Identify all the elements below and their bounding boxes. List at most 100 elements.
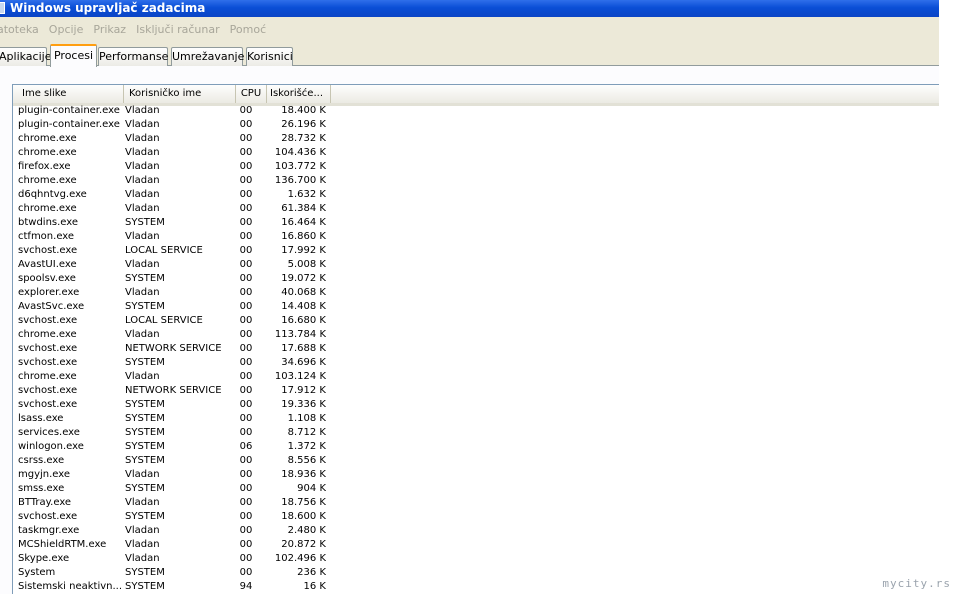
process-memory: 16.464 K	[281, 217, 326, 228]
process-memory: 17.992 K	[281, 245, 326, 256]
process-user-name: NETWORK SERVICE	[125, 385, 222, 396]
tab-networking[interactable]: Umrežavanje	[171, 47, 244, 66]
process-row[interactable]: btwdins.exe SYSTEM 00 16.464 K	[13, 216, 939, 230]
process-memory: 1.632 K	[287, 189, 326, 200]
process-user-name: NETWORK SERVICE	[125, 343, 222, 354]
process-memory: 904 K	[297, 483, 326, 494]
process-row[interactable]: taskmgr.exe Vladan 00 2.480 K	[13, 524, 939, 538]
process-memory: 40.068 K	[281, 287, 326, 298]
process-row[interactable]: spoolsv.exe SYSTEM 00 19.072 K	[13, 272, 939, 286]
process-row[interactable]: svchost.exe NETWORK SERVICE 00 17.912 K	[13, 384, 939, 398]
process-row[interactable]: Sistemski neaktivn... SYSTEM 94 16 K	[13, 580, 939, 594]
process-cpu: 00	[239, 371, 253, 382]
process-row[interactable]: System SYSTEM 00 236 K	[13, 566, 939, 580]
process-user-name: SYSTEM	[125, 399, 165, 410]
process-cpu: 00	[239, 553, 253, 564]
process-row[interactable]: chrome.exe Vladan 00 61.384 K	[13, 202, 939, 216]
menu-help[interactable]: Pomoć	[230, 23, 266, 36]
process-image-name: winlogon.exe	[18, 441, 84, 452]
process-row[interactable]: ctfmon.exe Vladan 00 16.860 K	[13, 230, 939, 244]
process-row[interactable]: d6qhntvg.exe Vladan 00 1.632 K	[13, 188, 939, 202]
process-row[interactable]: AvastUI.exe Vladan 00 5.008 K	[13, 258, 939, 272]
process-row[interactable]: AvastSvc.exe SYSTEM 00 14.408 K	[13, 300, 939, 314]
menu-options[interactable]: Opcije	[49, 23, 84, 36]
process-cpu: 00	[239, 385, 253, 396]
process-user-name: Vladan	[125, 525, 160, 536]
process-user-name: Vladan	[125, 203, 160, 214]
process-row[interactable]: BTTray.exe Vladan 00 18.756 K	[13, 496, 939, 510]
tab-applications[interactable]: Aplikacije	[0, 47, 51, 66]
process-row[interactable]: chrome.exe Vladan 00 103.124 K	[13, 370, 939, 384]
process-row[interactable]: services.exe SYSTEM 00 8.712 K	[13, 426, 939, 440]
process-memory: 16.680 K	[281, 315, 326, 326]
column-header-image-name[interactable]: Ime slike	[13, 85, 124, 103]
process-memory: 14.408 K	[281, 301, 326, 312]
process-memory: 18.400 K	[281, 105, 326, 116]
process-cpu: 00	[239, 329, 253, 340]
process-cpu: 00	[239, 357, 253, 368]
process-row[interactable]: mgyjn.exe Vladan 00 18.936 K	[13, 468, 939, 482]
process-row[interactable]: svchost.exe NETWORK SERVICE 00 17.688 K	[13, 342, 939, 356]
title-bar[interactable]: Windows upravljač zadacima	[0, 0, 939, 17]
watermark: mycity.rs	[882, 577, 951, 590]
process-row[interactable]: chrome.exe Vladan 00 113.784 K	[13, 328, 939, 342]
process-image-name: taskmgr.exe	[18, 525, 80, 536]
process-image-name: svchost.exe	[18, 357, 78, 368]
menu-file[interactable]: atoteka	[0, 23, 39, 36]
process-image-name: MCShieldRTM.exe	[18, 539, 107, 550]
process-cpu: 00	[239, 287, 253, 298]
process-row[interactable]: svchost.exe LOCAL SERVICE 00 17.992 K	[13, 244, 939, 258]
process-user-name: SYSTEM	[125, 217, 165, 228]
process-row[interactable]: svchost.exe SYSTEM 00 18.600 K	[13, 510, 939, 524]
process-row[interactable]: lsass.exe SYSTEM 00 1.108 K	[13, 412, 939, 426]
column-header-user-name[interactable]: Korisničko ime	[124, 85, 236, 103]
process-row[interactable]: plugin-container.exe Vladan 00 18.400 K	[13, 104, 939, 118]
process-row[interactable]: chrome.exe Vladan 00 28.732 K	[13, 132, 939, 146]
window-icon[interactable]	[0, 2, 5, 14]
process-user-name: Vladan	[125, 147, 160, 158]
process-cpu: 00	[239, 203, 253, 214]
process-memory: 8.712 K	[287, 427, 326, 438]
menu-bar: atoteka Opcije Prikaz Isključi računar P…	[0, 17, 939, 41]
process-cpu: 00	[239, 231, 253, 242]
process-user-name: SYSTEM	[125, 413, 165, 424]
process-memory: 17.912 K	[281, 385, 326, 396]
process-cpu: 00	[239, 413, 253, 424]
process-row[interactable]: csrss.exe SYSTEM 00 8.556 K	[13, 454, 939, 468]
process-row[interactable]: smss.exe SYSTEM 00 904 K	[13, 482, 939, 496]
process-user-name: Vladan	[125, 259, 160, 270]
process-row[interactable]: winlogon.exe SYSTEM 06 1.372 K	[13, 440, 939, 454]
process-cpu: 00	[239, 469, 253, 480]
tab-processes[interactable]: Procesi	[50, 44, 97, 67]
menu-shutdown[interactable]: Isključi računar	[136, 23, 220, 36]
process-list[interactable]: Ime slike Korisničko ime CPU Iskorišće..…	[12, 84, 939, 594]
process-memory: 2.480 K	[287, 525, 326, 536]
process-user-name: SYSTEM	[125, 511, 165, 522]
process-row[interactable]: chrome.exe Vladan 00 104.436 K	[13, 146, 939, 160]
window-title: Windows upravljač zadacima	[10, 1, 206, 15]
process-row[interactable]: svchost.exe SYSTEM 00 34.696 K	[13, 356, 939, 370]
process-row[interactable]: MCShieldRTM.exe Vladan 00 20.872 K	[13, 538, 939, 552]
process-row[interactable]: chrome.exe Vladan 00 136.700 K	[13, 174, 939, 188]
column-header-memory[interactable]: Iskorišće...	[267, 85, 331, 103]
process-user-name: SYSTEM	[125, 441, 165, 452]
process-row[interactable]: explorer.exe Vladan 00 40.068 K	[13, 286, 939, 300]
process-cpu: 00	[239, 567, 253, 578]
process-row[interactable]: plugin-container.exe Vladan 00 26.196 K	[13, 118, 939, 132]
process-row[interactable]: firefox.exe Vladan 00 103.772 K	[13, 160, 939, 174]
process-cpu: 00	[239, 455, 253, 466]
tab-performance[interactable]: Performanse	[98, 47, 168, 66]
process-row[interactable]: Skype.exe Vladan 00 102.496 K	[13, 552, 939, 566]
process-memory: 18.600 K	[281, 511, 326, 522]
process-row[interactable]: svchost.exe LOCAL SERVICE 00 16.680 K	[13, 314, 939, 328]
process-rows: plugin-container.exe Vladan 00 18.400 Kplug…	[13, 104, 939, 594]
process-row[interactable]: svchost.exe SYSTEM 00 19.336 K	[13, 398, 939, 412]
process-cpu: 00	[239, 245, 253, 256]
process-cpu: 06	[239, 441, 253, 452]
process-cpu: 00	[239, 497, 253, 508]
tab-users[interactable]: Korisnici	[246, 47, 293, 66]
process-user-name: Vladan	[125, 553, 160, 564]
column-header-cpu[interactable]: CPU	[236, 85, 267, 103]
process-memory: 28.732 K	[281, 133, 326, 144]
menu-view[interactable]: Prikaz	[93, 23, 126, 36]
